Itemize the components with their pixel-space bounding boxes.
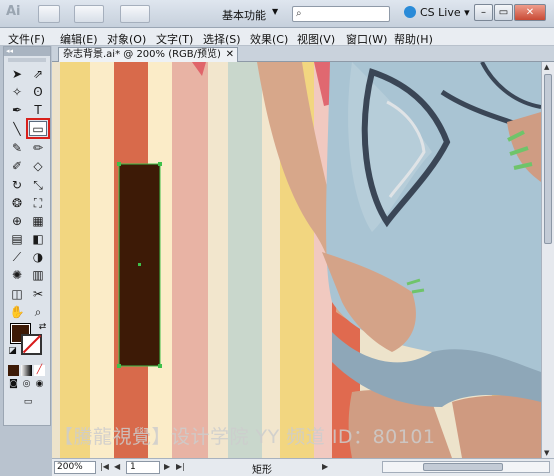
draw-normal-icon[interactable]: ◙ xyxy=(8,379,19,390)
stripe-cream xyxy=(90,62,114,458)
selection-handle[interactable] xyxy=(117,162,121,166)
tools-panel-grip[interactable] xyxy=(8,58,46,62)
workspace-layout-button[interactable] xyxy=(120,5,150,23)
menu-bar: 文件(F) 编辑(E) 对象(O) 文字(T) 选择(S) 效果(C) 视图(V… xyxy=(0,28,554,46)
close-tab-icon[interactable]: ✕ xyxy=(226,48,234,62)
direct-selection-tool-icon[interactable]: ⇗ xyxy=(29,67,47,82)
scale-tool-icon[interactable]: ⤡ xyxy=(29,178,47,193)
status-bar: 200% |◀ ◀ 1 ▶ ▶| 矩形 ▶ xyxy=(52,458,554,476)
tools-panel-collapse[interactable]: ◂◂ xyxy=(4,47,50,56)
zoom-level-field[interactable]: 200% xyxy=(54,461,96,474)
canvas-artwork xyxy=(52,62,541,458)
center-point xyxy=(138,263,141,266)
symbol-sprayer-tool-icon[interactable]: ✺ xyxy=(8,268,26,283)
cs-live-icon xyxy=(404,6,416,18)
chevron-down-icon[interactable]: ▼ xyxy=(272,7,278,16)
scroll-down-icon[interactable]: ▼ xyxy=(544,449,549,457)
warp-tool-icon[interactable]: ❂ xyxy=(8,196,26,211)
scroll-up-icon[interactable]: ▲ xyxy=(544,63,549,71)
magic-wand-tool-icon[interactable]: ✧ xyxy=(8,85,26,100)
gradient-mode-icon[interactable] xyxy=(21,365,32,376)
menu-view[interactable]: 视图(V) xyxy=(297,31,335,47)
line-tool-icon[interactable]: ╲ xyxy=(8,122,26,137)
status-menu-icon[interactable]: ▶ xyxy=(322,462,328,471)
stripe-cream xyxy=(208,62,228,458)
first-page-icon[interactable]: |◀ xyxy=(100,462,109,471)
tool-highlight-box xyxy=(26,118,50,139)
page-number-field[interactable]: 1 xyxy=(126,461,160,474)
menu-type[interactable]: 文字(T) xyxy=(156,31,193,47)
stripe-pink xyxy=(172,62,208,458)
blend-tool-icon[interactable]: ◑ xyxy=(29,250,47,265)
app-logo: Ai xyxy=(6,4,21,19)
zoom-tool-icon[interactable]: ⌕ xyxy=(29,305,47,320)
cs-live-button[interactable]: CS Live ▾ xyxy=(404,6,470,22)
draw-inside-icon[interactable]: ◉ xyxy=(34,379,45,390)
type-tool-icon[interactable]: T xyxy=(29,103,47,118)
none-mode-icon[interactable]: ╱ xyxy=(34,365,45,376)
draw-behind-icon[interactable]: ◎ xyxy=(21,379,32,390)
lasso-tool-icon[interactable]: ʘ xyxy=(29,85,47,100)
artboard-canvas[interactable] xyxy=(52,62,541,458)
stripe-mint xyxy=(228,62,262,458)
shape-builder-tool-icon[interactable]: ⊕ xyxy=(8,214,26,229)
selection-handle[interactable] xyxy=(117,364,121,368)
slice-tool-icon[interactable]: ✂ xyxy=(29,287,47,302)
document-tab[interactable]: 杂志背景.ai* @ 200% (RGB/预览) ✕ xyxy=(58,47,238,62)
search-input[interactable]: ⌕ xyxy=(292,6,390,22)
stripe-yellow xyxy=(60,62,90,458)
next-page-icon[interactable]: ▶ xyxy=(164,462,170,471)
current-tool-label: 矩形 xyxy=(252,465,272,476)
selection-tool-icon[interactable]: ➤ xyxy=(8,67,26,82)
gradient-tool-icon[interactable]: ◧ xyxy=(29,232,47,247)
selection-handle[interactable] xyxy=(158,162,162,166)
menu-effect[interactable]: 效果(C) xyxy=(250,31,288,47)
close-button[interactable]: ✕ xyxy=(514,4,546,21)
screen-mode-icon[interactable]: ▭ xyxy=(19,397,37,408)
menu-help[interactable]: 帮助(H) xyxy=(394,31,433,47)
minimize-button[interactable]: – xyxy=(474,4,493,21)
vertical-scroll-thumb[interactable] xyxy=(544,74,552,244)
vertical-scrollbar[interactable]: ▲ ▼ xyxy=(541,62,554,458)
watermark-text: 【騰龍視覺】设计学院 YY 频道 ID：80101 xyxy=(54,426,436,448)
color-mode-icon[interactable] xyxy=(8,365,19,376)
artboard-tool-icon[interactable]: ◫ xyxy=(8,287,26,302)
prev-page-icon[interactable]: ◀ xyxy=(114,462,120,471)
perspective-grid-tool-icon[interactable]: ▦ xyxy=(29,214,47,229)
paintbrush-tool-icon[interactable]: ✎ xyxy=(8,141,26,156)
workspace-switcher[interactable]: 基本功能 xyxy=(222,7,266,23)
eyedropper-tool-icon[interactable]: ⟋ xyxy=(8,250,26,265)
document-tab-title: 杂志背景.ai* @ 200% (RGB/预览) xyxy=(63,49,221,60)
eraser-tool-icon[interactable]: ◇ xyxy=(29,159,47,174)
menu-edit[interactable]: 编辑(E) xyxy=(60,31,98,47)
horizontal-scroll-thumb[interactable] xyxy=(423,463,503,471)
hand-tool-icon[interactable]: ✋ xyxy=(8,305,26,320)
pen-tool-icon[interactable]: ✒ xyxy=(8,103,26,118)
maximize-button[interactable]: ▭ xyxy=(494,4,513,21)
cs-live-label: CS Live xyxy=(420,6,461,19)
search-icon: ⌕ xyxy=(296,8,302,19)
blob-brush-tool-icon[interactable]: ✐ xyxy=(8,159,26,174)
swap-colors-icon[interactable]: ⇄ xyxy=(37,322,48,333)
graph-tool-icon[interactable]: ▥ xyxy=(29,268,47,283)
last-page-icon[interactable]: ▶| xyxy=(176,462,185,471)
pencil-tool-icon[interactable]: ✏ xyxy=(29,141,47,156)
free-transform-tool-icon[interactable]: ⛶ xyxy=(29,196,47,211)
menu-file[interactable]: 文件(F) xyxy=(8,31,45,47)
default-colors-icon[interactable]: ◪ xyxy=(7,346,18,357)
arrange-documents-button[interactable] xyxy=(74,5,104,23)
menu-select[interactable]: 选择(S) xyxy=(203,31,241,47)
rotate-tool-icon[interactable]: ↻ xyxy=(8,178,26,193)
app-bar: Ai 基本功能 ▼ ⌕ CS Live ▾ – ▭ ✕ xyxy=(0,0,554,28)
selection-handle[interactable] xyxy=(158,364,162,368)
mesh-tool-icon[interactable]: ▤ xyxy=(8,232,26,247)
menu-window[interactable]: 窗口(W) xyxy=(346,31,387,47)
bridge-button[interactable] xyxy=(38,5,60,23)
document-tab-bar: 杂志背景.ai* @ 200% (RGB/预览) ✕ xyxy=(52,46,554,62)
horizontal-scrollbar[interactable] xyxy=(382,461,550,473)
stroke-color-swatch[interactable] xyxy=(21,334,42,355)
tools-panel: ◂◂ ➤ ⇗ ✧ ʘ ✒ T ╲ ▭ ✎ ✏ ✐ ◇ ↻ ⤡ ❂ ⛶ ⊕ ▦ ▤… xyxy=(3,46,51,426)
menu-object[interactable]: 对象(O) xyxy=(107,31,146,47)
